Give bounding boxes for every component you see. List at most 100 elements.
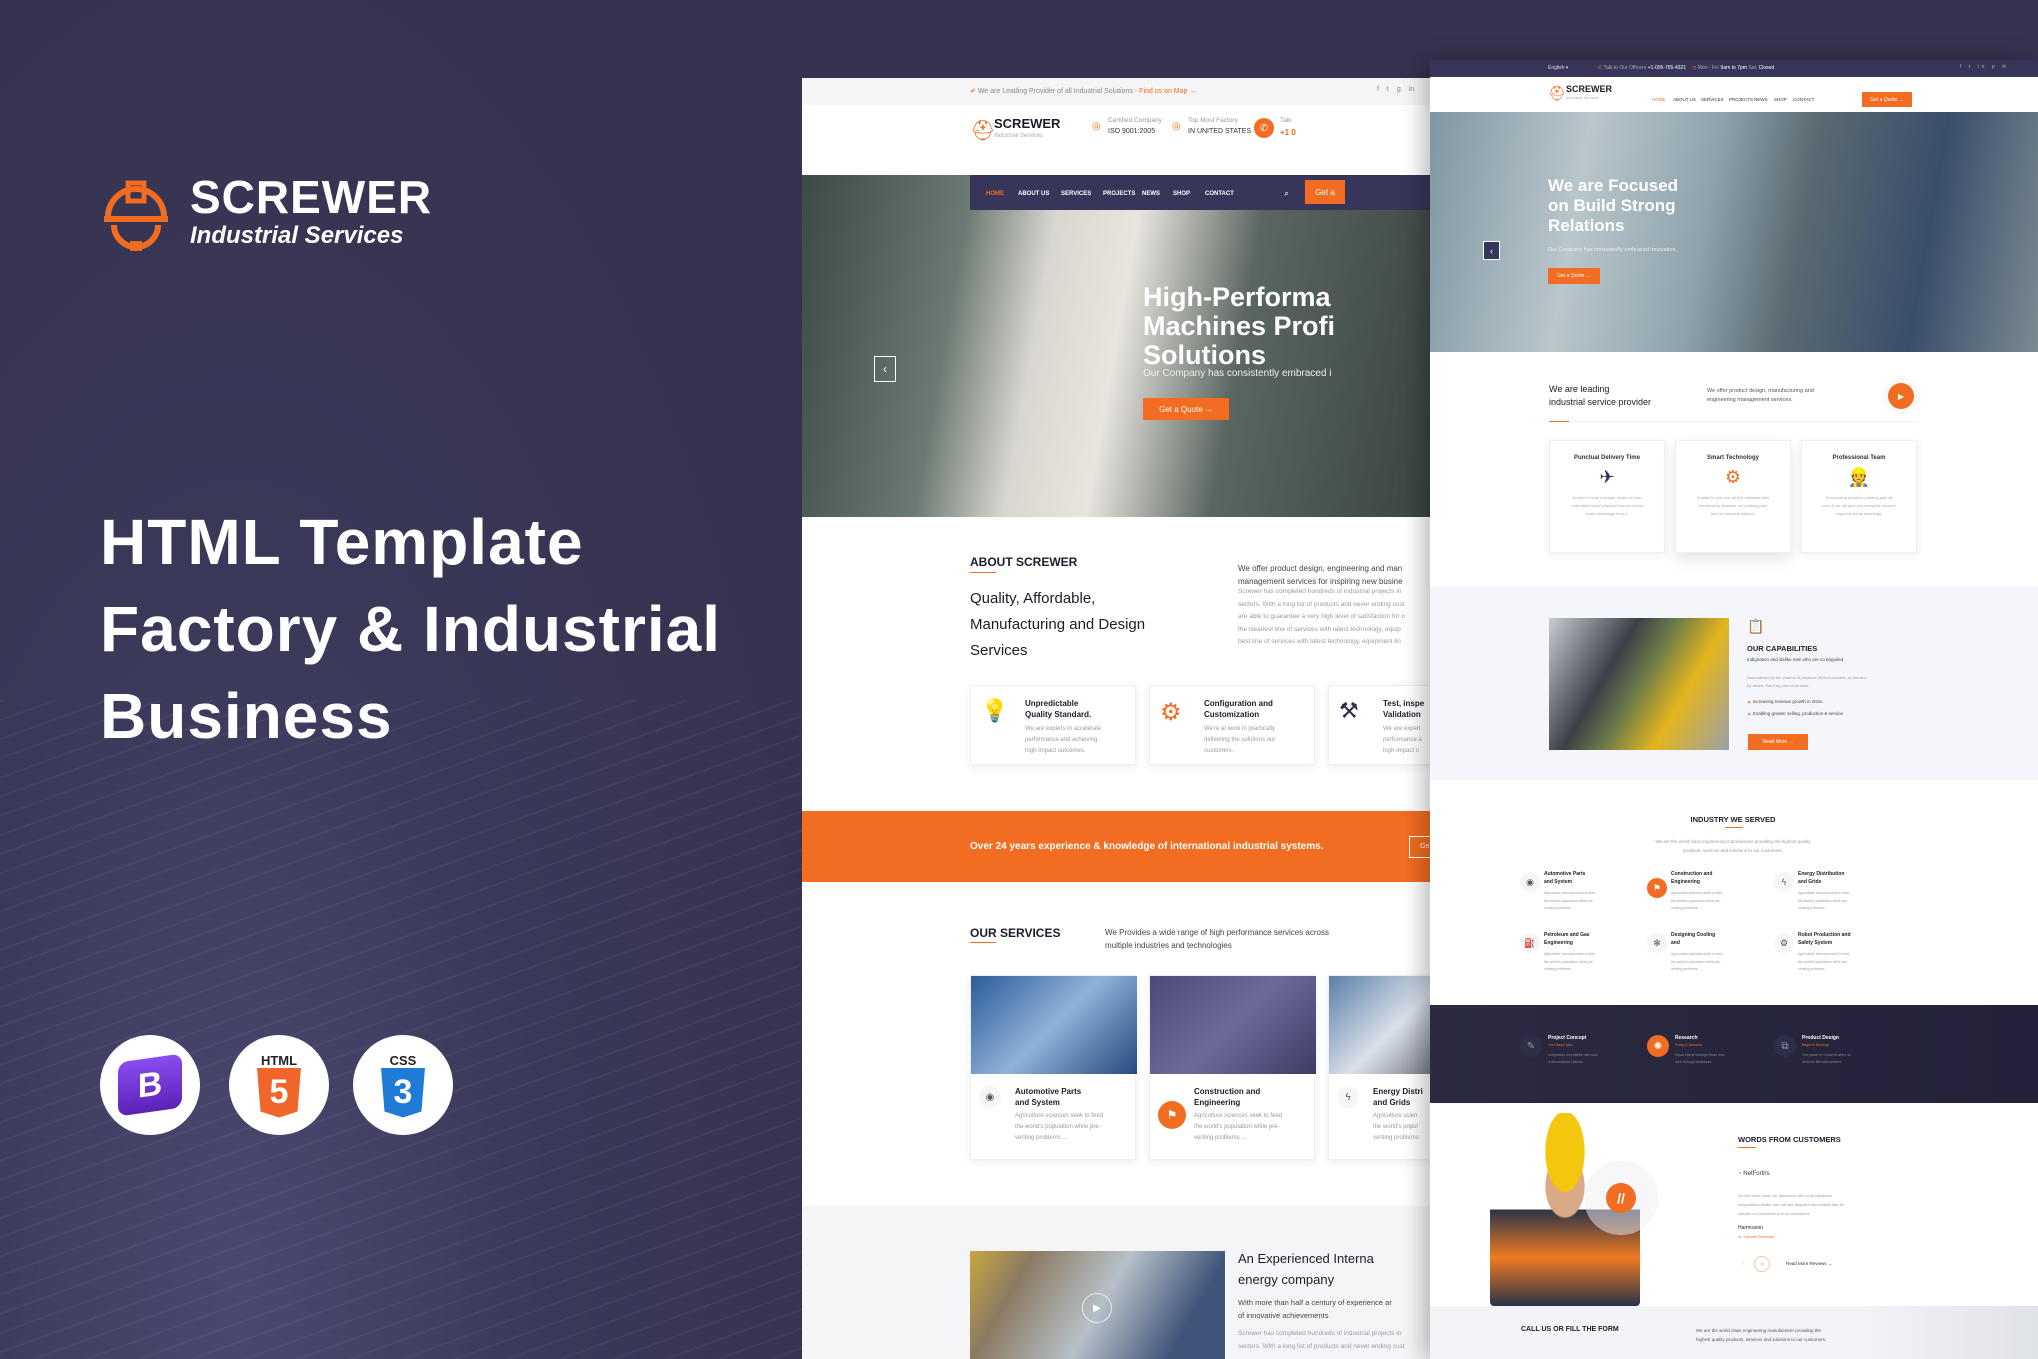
language-label[interactable]: English [1548, 65, 1564, 71]
nav-about[interactable]: ABOUT US [1018, 191, 1049, 197]
nav-news[interactable]: NEWS [1142, 191, 1160, 197]
service-card[interactable]: ϟ Energy Distri and Grids Agriculture sci… [1328, 975, 1430, 1160]
find-map-link[interactable]: Find us on Map → [1139, 88, 1196, 95]
industry-text-line: the world's population while pre- [1544, 898, 1594, 903]
google-icon[interactable]: g [1397, 86, 1401, 93]
about-lead-line: We offer product design, engineering and… [1238, 564, 1403, 573]
capabilities-title: OUR CAPABILITIES [1747, 644, 1818, 653]
industry-item[interactable]: ◉ Automotive Parts and System Agriculture… [1520, 870, 1640, 925]
service-card[interactable]: ⚑ Construction and Engineering Agricultur… [1149, 975, 1316, 1160]
hero-quote-button[interactable]: Get a Quote → [1548, 268, 1600, 284]
divider [1549, 421, 1919, 422]
feature-text-line: high-impact outcomes. [1025, 748, 1086, 754]
slider-prev-button[interactable]: ‹ [874, 356, 896, 382]
nav-contact[interactable]: CONTACT [1793, 97, 1814, 102]
quote-line: On the other hand, we denounce with work… [1738, 1193, 1832, 1198]
feature-title-line: Configuration and [1204, 699, 1273, 708]
nav-contact[interactable]: CONTACT [1205, 191, 1234, 197]
nav-news[interactable]: NEWS [1754, 97, 1768, 102]
reviewer-role: Sr. Software Developer [1738, 1235, 1774, 1239]
industry-item[interactable]: ⛽ Petroleum and Gas Engineering Agricultu… [1520, 931, 1640, 986]
social-icons[interactable]: f t g in [1377, 86, 1414, 93]
process-subtitle: Your Basic Idea [1548, 1043, 1573, 1047]
experience-body-line: Screwer has completed hundreds of indust… [1238, 1330, 1402, 1337]
process-subtitle: Firstly & Demand [1675, 1043, 1702, 1047]
helmet-logo-icon: ⛑ [970, 120, 996, 142]
service-title-line: Construction and [1194, 1087, 1261, 1096]
service-card[interactable]: ◉ Automotive Parts and System Agriculture… [970, 975, 1137, 1160]
nav-shop[interactable]: SHOP [1173, 191, 1190, 197]
card-text-line: denouncing pleasure our praising pain [1699, 503, 1767, 508]
experience-body-line: sectors. With a long list of products an… [1238, 1343, 1405, 1350]
industry-item[interactable]: ⚑ Construction and Engineering Agricultur… [1647, 870, 1767, 925]
feature-title-line: Validation [1383, 710, 1421, 719]
play-video-button[interactable]: ▶ [1888, 383, 1914, 409]
industry-item[interactable]: ⚙ Robot Production and Safety System Agri… [1774, 931, 1894, 986]
about-body-line: sectors. With a long list of products an… [1238, 600, 1405, 608]
leading-heading-line: We are leading [1549, 384, 1610, 394]
service-image [1329, 976, 1430, 1074]
industry-title-line: Energy Distribution [1798, 871, 1845, 877]
closed-label: Sat: [1748, 65, 1758, 71]
nav-home[interactable]: HOME [1652, 97, 1666, 102]
nav-quote-button[interactable]: Get a [1305, 180, 1345, 204]
hero-title-line: Relations [1548, 216, 1625, 235]
testimonial-title: WORDS FROM CUSTOMERS [1738, 1135, 1841, 1144]
card-title: Smart Technology [1707, 455, 1759, 461]
nav-projects[interactable]: PROJECTS [1103, 191, 1135, 197]
industry-text-line: Agriculture sciences seek to feed [1544, 952, 1596, 956]
nav-services[interactable]: SERVICES [1061, 191, 1091, 197]
capabilities-body-line: Demoralized by the charms of pleasure of… [1747, 675, 1866, 680]
helmet-logo-icon: ⛑ [1548, 85, 1566, 101]
twitter-icon[interactable]: t [1387, 86, 1389, 93]
nav-quote-button[interactable]: Get a Quote → [1862, 92, 1912, 107]
next-review-button[interactable]: › [1754, 1256, 1770, 1272]
lightbulb-gear-icon: 💡 [981, 698, 1009, 723]
industry-text-line: venting problems ... [1544, 967, 1575, 971]
hero-image [1430, 112, 2038, 352]
feature-text: We are expert performance a high-impact o [1383, 724, 1422, 757]
industry-text-line: Agriculture sciences seek to feed [1671, 891, 1723, 895]
about-lead: We offer product design, engineering and… [1238, 562, 1403, 588]
hero-title-line: on Build Strong [1548, 196, 1676, 215]
feature-text-line: We're at work in practically [1204, 726, 1276, 732]
service-text-line: the world's population while pre- [1015, 1124, 1101, 1130]
nav-about[interactable]: ABOUT US [1673, 97, 1696, 102]
prev-review-button[interactable]: ‹ [1742, 1260, 1744, 1267]
play-icon[interactable]: ▶ [1082, 1293, 1112, 1323]
industry-text-line: the world's population while pre- [1798, 898, 1848, 903]
hero-quote-button[interactable]: Get a Quote → [1143, 398, 1229, 420]
social-icons[interactable]: f t in p ✉ [1960, 64, 2009, 70]
logo-name[interactable]: SCREWER [994, 116, 1060, 131]
nav-services[interactable]: SERVICES [1701, 97, 1724, 102]
leading-card: Smart Technology ⚙ Explain to you how al… [1675, 440, 1791, 553]
process-text-line: Indignation and dislike men who [1548, 1053, 1598, 1057]
read-more-button[interactable]: Read More → [1748, 734, 1808, 750]
industry-item[interactable]: ϟ Energy Distribution and Grids Agricultu… [1774, 870, 1894, 925]
slider-prev-button[interactable]: ‹ [1483, 241, 1500, 260]
industry-item[interactable]: ✻ Designing Cooling and Agriculture scien… [1647, 931, 1767, 986]
linkedin-icon[interactable]: in [1409, 86, 1414, 93]
industry-title-line: and System [1544, 879, 1573, 885]
nav-shop[interactable]: SHOP [1774, 97, 1787, 102]
robot-icon: ⚙ [1774, 933, 1794, 953]
card-text-line: Denouncing pleasure praising pain all [1825, 495, 1893, 500]
industry-text-line: the world's population while pre- [1671, 959, 1721, 964]
search-icon[interactable]: ⌕ [1284, 188, 1289, 199]
feature-card: ⚒ Test, inspe Validation We are expert per… [1328, 685, 1430, 765]
phone-number[interactable]: +1-005-765-4321 [1648, 65, 1687, 71]
feature-title: Test, inspe Validation [1383, 698, 1424, 720]
nav-projects[interactable]: PROJECTS [1729, 97, 1753, 102]
logo-name[interactable]: SCREWER [1566, 84, 1612, 94]
language-selector[interactable]: English ▾ [1548, 65, 1568, 71]
info-value: ISO 9001:2005 [1108, 128, 1156, 135]
read-more-reviews-link[interactable]: Read More Reviews → [1786, 1261, 1832, 1266]
banner-button[interactable]: Ge [1409, 836, 1430, 858]
css3-shield-icon: 3 [381, 1067, 425, 1118]
nav-home[interactable]: HOME [986, 191, 1004, 197]
phone-number[interactable]: +1 0 [1280, 128, 1296, 137]
facebook-icon[interactable]: f [1377, 86, 1379, 93]
bootstrap-badge: B [100, 1035, 200, 1135]
divider [970, 572, 996, 573]
capabilities-image [1549, 618, 1729, 750]
